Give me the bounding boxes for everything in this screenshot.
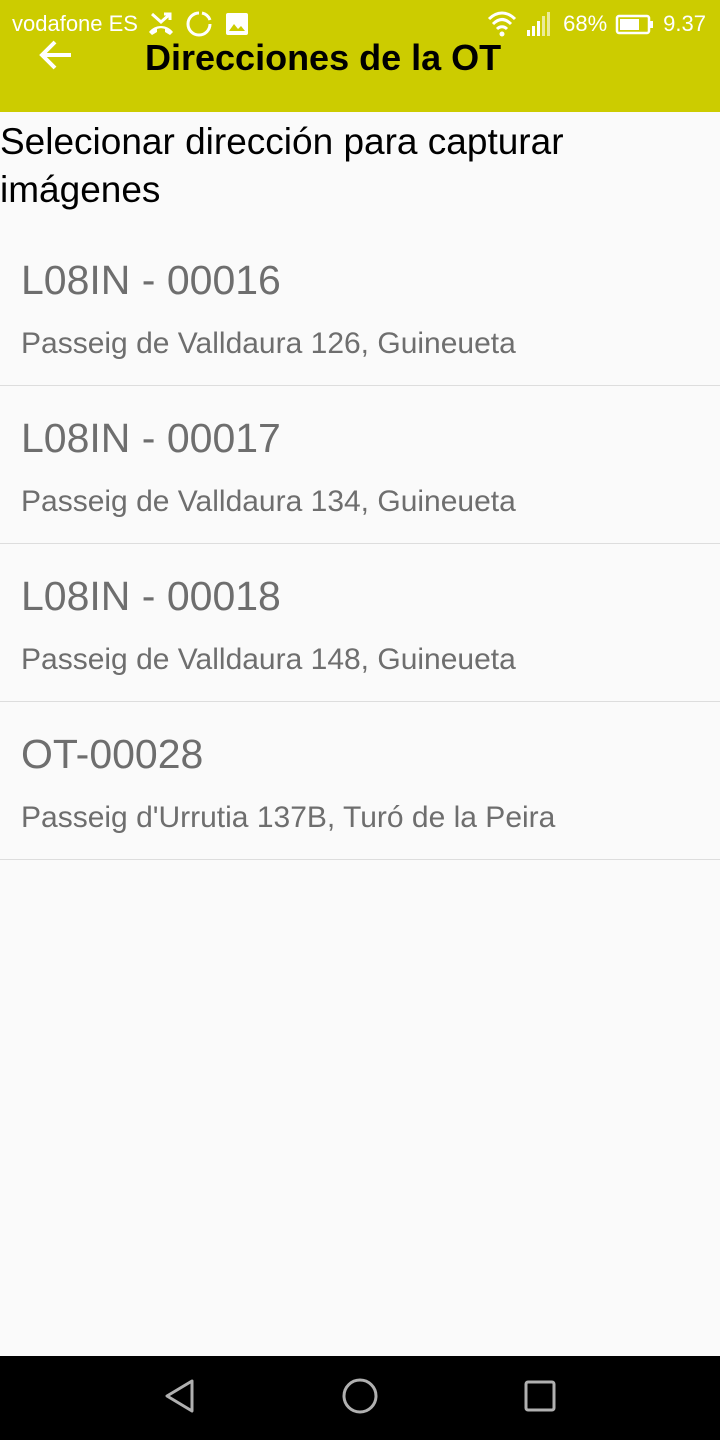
sync-icon [184,10,214,38]
address-list: L08IN - 00016 Passeig de Valldaura 126, … [0,228,720,860]
signal-icon [525,10,555,38]
address-item-00017[interactable]: L08IN - 00017 Passeig de Valldaura 134, … [0,386,720,544]
nav-recents-button[interactable] [515,1373,565,1423]
battery-icon [615,10,655,38]
address-code: L08IN - 00017 [21,415,281,461]
app-bar: vodafone ES 68% 9.37 Direcciones de la O… [0,0,720,112]
nav-back-button[interactable] [155,1373,205,1423]
missed-call-icon [146,10,176,38]
home-circle-icon [340,1376,380,1421]
image-icon [222,10,252,38]
address-code: OT-00028 [21,731,204,777]
back-triangle-icon [162,1377,198,1420]
address-text: Passeig de Valldaura 126, Guineueta [21,327,516,360]
nav-home-button[interactable] [335,1373,385,1423]
app-screen: vodafone ES 68% 9.37 Direcciones de la O… [0,0,720,1440]
clock: 9.37 [663,11,706,36]
address-code: L08IN - 00018 [21,573,281,619]
wifi-icon [487,10,517,38]
address-text: Passeig d'Urrutia 137B, Turó de la Peira [21,801,556,834]
battery-percent: 68% [563,11,608,36]
recents-square-icon [522,1378,558,1419]
address-item-ot-00028[interactable]: OT-00028 Passeig d'Urrutia 137B, Turó de… [0,702,720,860]
address-item-00016[interactable]: L08IN - 00016 Passeig de Valldaura 126, … [0,228,720,386]
address-text: Passeig de Valldaura 134, Guineueta [21,485,516,518]
page-subtitle: Selecionar dirección para capturar imáge… [0,121,564,210]
address-code: L08IN - 00016 [21,257,281,303]
system-nav-bar [0,1356,720,1440]
status-right: 68% 9.37 [487,10,706,38]
address-text: Passeig de Valldaura 148, Guineueta [21,643,516,676]
back-button[interactable] [30,34,80,80]
address-item-00018[interactable]: L08IN - 00018 Passeig de Valldaura 148, … [0,544,720,702]
toolbar-title: Direcciones de la OT [145,37,502,78]
arrow-back-icon [37,39,73,76]
